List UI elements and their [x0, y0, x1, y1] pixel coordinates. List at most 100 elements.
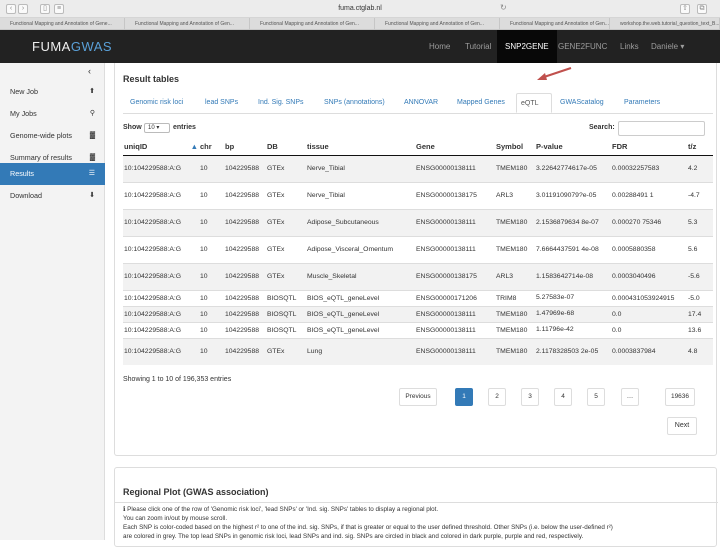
browser-tab[interactable]: workshop.the.web.tutorial_question_text_…: [610, 18, 720, 30]
sidebar-item-download[interactable]: Download ⬇: [0, 185, 105, 207]
column-header-tz[interactable]: t/z: [687, 139, 713, 156]
table-cell: 0.000270 75346: [611, 208, 687, 236]
nav-snp2gene[interactable]: SNP2GENE: [497, 30, 557, 63]
table-cell: 10:104229588:A:G: [123, 262, 199, 290]
table-row[interactable]: 10:104229588:A:G 10 104229588 GTEx Nerve_Tib…: [123, 154, 713, 182]
table-cell: ENSG00000138175: [415, 181, 495, 209]
column-header-db[interactable]: DB: [266, 139, 306, 156]
forward-icon[interactable]: ›: [18, 4, 28, 14]
sidebar-item-label: Download: [10, 191, 42, 200]
table-cell: ENSG00000138111: [415, 208, 495, 236]
table-cell: ENSG00000138111: [415, 321, 495, 338]
table-row[interactable]: 10:104229588:A:G 10 104229588 GTEx Muscle_Sk…: [123, 262, 713, 290]
tab-eqtl[interactable]: eQTL: [516, 93, 552, 113]
table-cell: 10: [199, 181, 224, 209]
reload-icon[interactable]: ↻: [500, 3, 507, 12]
page-button[interactable]: 3: [521, 388, 539, 406]
table-row[interactable]: 10:104229588:A:G 10 104229588 GTEx Adipose_V…: [123, 235, 713, 263]
sidebar-toggle-icon[interactable]: ▯: [40, 4, 50, 14]
reader-icon[interactable]: ≡: [54, 4, 64, 14]
entries-label: entries: [173, 124, 196, 131]
tab-snps-annotations[interactable]: SNPs (annotations): [320, 93, 389, 113]
table-row[interactable]: 10:104229588:A:G 10 104229588 BIOSQTL BIOS_e…: [123, 321, 713, 338]
table-row[interactable]: 10:104229588:A:G 10 104229588 GTEx Nerve_Tib…: [123, 181, 713, 209]
browser-tab[interactable]: Functional Mapping and Annotation of Gen…: [125, 18, 250, 30]
table-cell: Adipose_Subcutaneous: [306, 208, 415, 236]
sidebar-item-new-job[interactable]: New Job ⬆: [0, 81, 105, 103]
regional-plot-title: Regional Plot (GWAS association): [123, 487, 269, 497]
tab-mapped-genes[interactable]: Mapped Genes: [453, 93, 509, 113]
column-header-pvalue[interactable]: P-value: [535, 139, 611, 156]
column-header-gene[interactable]: Gene: [415, 139, 495, 156]
column-header-bp[interactable]: bp: [224, 139, 266, 156]
search-input[interactable]: [618, 121, 705, 136]
table-cell: GTEx: [266, 208, 306, 236]
fuma-logo[interactable]: FUMAGWAS: [32, 39, 112, 54]
page-button[interactable]: 1: [455, 388, 473, 406]
tab-gwascatalog[interactable]: GWAScatalog: [556, 93, 608, 113]
table-cell: 104229588: [224, 262, 266, 290]
nav-tutorial[interactable]: Tutorial: [457, 30, 499, 63]
table-cell: 10:104229588:A:G: [123, 208, 199, 236]
tab-divider: [123, 113, 713, 114]
tab-lead-snps[interactable]: lead SNPs: [201, 93, 242, 113]
browser-tab[interactable]: Functional Mapping and Annotation of Gen…: [0, 18, 125, 30]
table-cell: ENSG00000138111: [415, 154, 495, 182]
table-cell: 3.0119109079?e-05: [535, 181, 611, 209]
address-bar[interactable]: fuma.ctglab.nl: [250, 3, 470, 15]
tab-genomic-risk-loci[interactable]: Genomic risk loci: [126, 93, 187, 113]
sidebar-item-genome-wide-plots[interactable]: Genome-wide plots ▓: [0, 125, 105, 147]
page-button[interactable]: 5: [587, 388, 605, 406]
previous-button[interactable]: Previous: [399, 388, 437, 406]
browser-tab[interactable]: Functional Mapping and Annotation of Gen…: [500, 18, 610, 30]
table-row[interactable]: 10:104229588:A:G 10 104229588 BIOSQTL BIOS_e…: [123, 305, 713, 322]
browser-tab[interactable]: Functional Mapping and Annotation of Gen…: [250, 18, 375, 30]
table-cell: 5.3: [687, 208, 713, 236]
table-row[interactable]: 10:104229588:A:G 10 104229588 GTEx Lung ENSG0…: [123, 337, 713, 365]
nav-home[interactable]: Home: [421, 30, 458, 63]
table-cell: 10:104229588:A:G: [123, 321, 199, 338]
tab-ind-sig-snps[interactable]: Ind. Sig. SNPs: [254, 93, 308, 113]
table-row[interactable]: 10:104229588:A:G 10 104229588 GTEx Adipose_S…: [123, 208, 713, 236]
table-cell: 0.0003837984: [611, 337, 687, 365]
browser-tab[interactable]: Functional Mapping and Annotation of Gen…: [375, 18, 500, 30]
column-header-fdr[interactable]: FDR: [611, 139, 687, 156]
regional-plot-info: are colored in grey. The top lead SNPs i…: [123, 533, 584, 540]
result-tables-panel: Result tables Genomic risk loci lead SNP…: [114, 63, 717, 456]
tab-parameters[interactable]: Parameters: [620, 93, 664, 113]
table-cell: 10:104229588:A:G: [123, 337, 199, 365]
nav-user-menu[interactable]: Daniele ▾: [643, 30, 692, 63]
sidebar-item-results[interactable]: Results ☰: [0, 163, 105, 185]
sidebar-item-my-jobs[interactable]: My Jobs ⚲: [0, 103, 105, 125]
table-cell: GTEx: [266, 235, 306, 263]
table-row[interactable]: 10:104229588:A:G 10 104229588 BIOSQTL BIOS_e…: [123, 289, 713, 306]
column-header-chr[interactable]: chr: [199, 139, 224, 156]
nav-links[interactable]: Links: [612, 30, 647, 63]
search-label: Search:: [589, 124, 615, 131]
table-cell: 104229588: [224, 305, 266, 322]
page-button[interactable]: 2: [488, 388, 506, 406]
page-length-value: 10: [148, 125, 155, 131]
column-header-symbol[interactable]: Symbol: [495, 139, 535, 156]
tabs-overview-icon[interactable]: ⧉: [697, 4, 707, 14]
nav-gene2func[interactable]: GENE2FUNC: [550, 30, 615, 63]
back-icon[interactable]: ‹: [6, 4, 16, 14]
sidebar-item-label: My Jobs: [10, 109, 37, 118]
table-header-row: uniqID ▲ chr bp DB tissue Gene Symbol P-…: [123, 139, 713, 156]
table-cell: GTEx: [266, 181, 306, 209]
table-cell: BIOSQTL: [266, 289, 306, 306]
tab-annovar[interactable]: ANNOVAR: [400, 93, 442, 113]
table-cell: Lung: [306, 337, 415, 365]
column-header-uniqid[interactable]: uniqID ▲: [123, 139, 199, 156]
next-button[interactable]: Next: [667, 417, 697, 435]
browser-tab-strip: Functional Mapping and Annotation of Gen…: [0, 18, 720, 30]
page-button-last[interactable]: 19636: [665, 388, 695, 406]
share-icon[interactable]: ⇧: [680, 4, 690, 14]
page-length-select[interactable]: 10 ▾: [144, 123, 170, 133]
table-cell: BIOSQTL: [266, 321, 306, 338]
table-cell: BIOS_eQTL_geneLevel: [306, 321, 415, 338]
main-content: Result tables Genomic risk loci lead SNP…: [114, 63, 720, 547]
page-button[interactable]: 4: [554, 388, 572, 406]
column-header-tissue[interactable]: tissue: [306, 139, 415, 156]
collapse-icon[interactable]: ‹: [88, 66, 91, 76]
